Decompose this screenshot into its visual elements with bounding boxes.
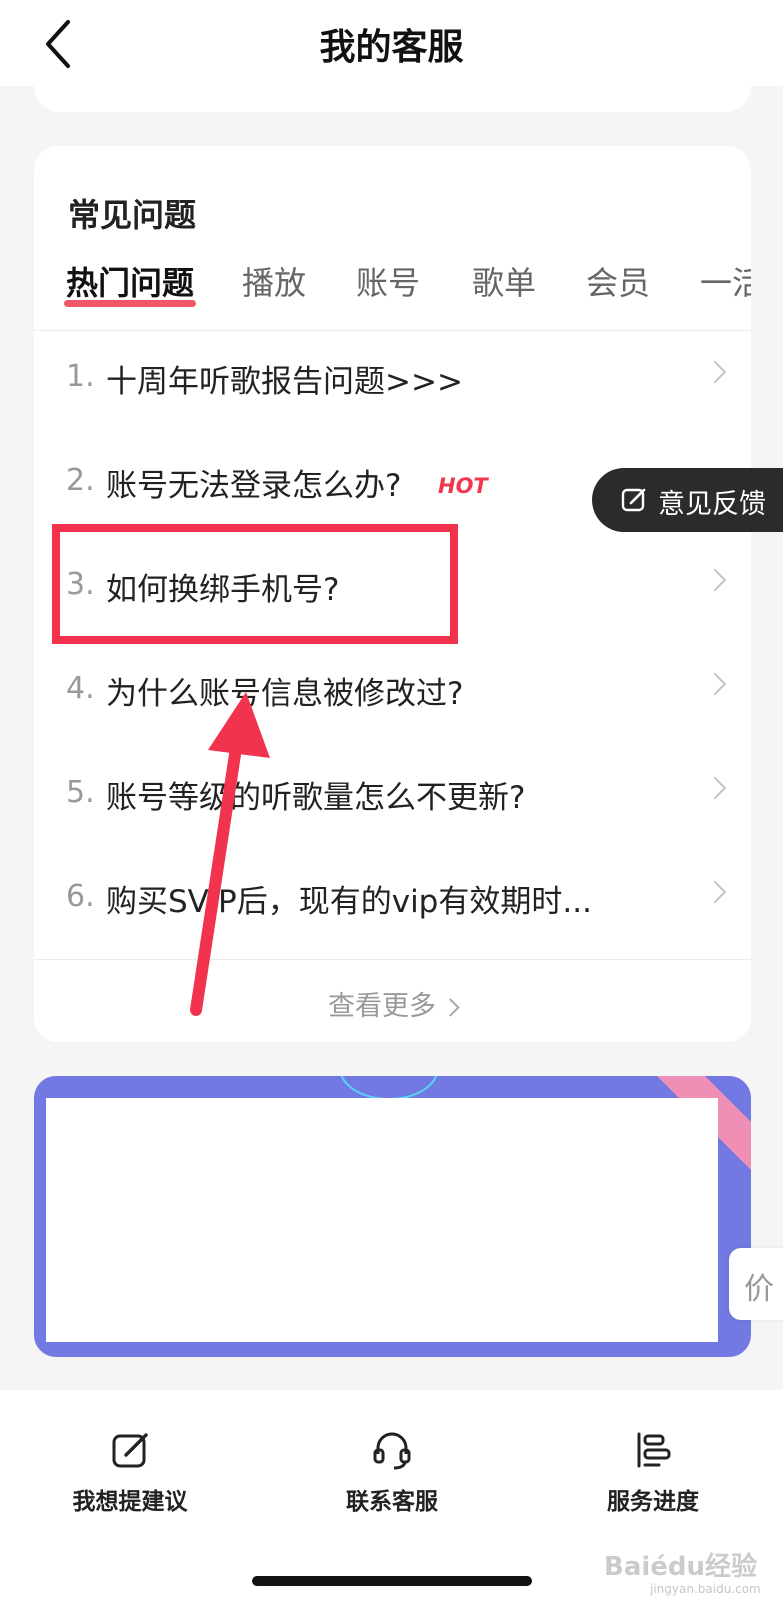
baidu-watermark-logo: Baiédu经验 xyxy=(604,1552,758,1582)
page-title: 我的客服 xyxy=(319,27,464,68)
question-number: 2. xyxy=(66,463,95,498)
edit-icon xyxy=(112,1433,148,1468)
banner-decoration xyxy=(339,1076,439,1100)
top-nav-bar: 我的客服 xyxy=(0,0,783,86)
annotation-highlight-box xyxy=(52,524,458,644)
tab-playback[interactable]: 播放 xyxy=(242,258,306,304)
question-number: 4. xyxy=(66,671,95,706)
baidu-watermark-url: jingyan.baidu.com xyxy=(650,1582,761,1596)
chevron-right-icon xyxy=(441,998,460,1017)
suggestion-label: 我想提建议 xyxy=(72,1489,188,1515)
hot-badge: HOT xyxy=(438,474,488,498)
contact-service-label: 联系客服 xyxy=(346,1489,438,1515)
question-text: 十周年听歌报告问题>>> xyxy=(106,364,463,400)
tab-more-truncated[interactable]: 一活 xyxy=(700,258,751,304)
chevron-right-icon xyxy=(703,568,727,592)
feedback-float-button[interactable]: 意见反馈 xyxy=(592,468,783,532)
chevron-right-icon xyxy=(703,360,727,384)
chevron-right-icon xyxy=(703,672,727,696)
edit-icon xyxy=(621,488,646,512)
question-number: 5. xyxy=(66,775,95,810)
view-more-label: 查看更多 xyxy=(328,991,436,1022)
question-number: 6. xyxy=(66,879,95,914)
chevron-right-icon xyxy=(703,880,727,904)
question-row-1[interactable]: 1. 十周年听歌报告问题>>> xyxy=(34,326,751,430)
promo-banner[interactable] xyxy=(34,1076,751,1357)
tab-hot-questions[interactable]: 热门问题 xyxy=(66,258,194,304)
question-row-5[interactable]: 5. 账号等级的听歌量怎么不更新? xyxy=(34,742,751,846)
question-text: 账号无法登录怎么办? xyxy=(106,468,402,504)
service-progress-button[interactable]: 服务进度 xyxy=(563,1428,743,1548)
question-row-6[interactable]: 6. 购买SVIP后，现有的vip有效期时... xyxy=(34,846,751,950)
tab-membership[interactable]: 会员 xyxy=(586,258,650,304)
tab-account[interactable]: 账号 xyxy=(356,258,420,304)
home-indicator xyxy=(252,1576,532,1586)
price-side-tab[interactable]: 价 xyxy=(729,1248,783,1320)
question-row-4[interactable]: 4. 为什么账号信息被修改过? xyxy=(34,638,751,742)
headset-icon xyxy=(373,1432,411,1470)
suggestion-button[interactable]: 我想提建议 xyxy=(40,1428,220,1548)
view-more-link[interactable]: 查看更多 xyxy=(34,984,751,1023)
faq-bottom-divider xyxy=(34,959,751,960)
question-text: 为什么账号信息被修改过? xyxy=(106,676,464,712)
feedback-label: 意见反馈 xyxy=(658,489,766,520)
question-text: 账号等级的听歌量怎么不更新? xyxy=(106,780,526,816)
service-progress-label: 服务进度 xyxy=(607,1489,699,1515)
progress-list-icon xyxy=(637,1432,671,1468)
price-tab-label: 价 xyxy=(744,1272,774,1307)
question-number: 1. xyxy=(66,359,95,394)
faq-tabs: 热门问题 播放 账号 歌单 会员 一活 xyxy=(34,258,751,310)
faq-section-title: 常见问题 xyxy=(68,196,197,234)
tab-playlist[interactable]: 歌单 xyxy=(472,258,536,304)
question-text: 购买SVIP后，现有的vip有效期时... xyxy=(106,884,592,920)
contact-service-button[interactable]: 联系客服 xyxy=(302,1428,482,1548)
banner-content-area xyxy=(46,1098,718,1342)
chevron-right-icon xyxy=(703,776,727,800)
